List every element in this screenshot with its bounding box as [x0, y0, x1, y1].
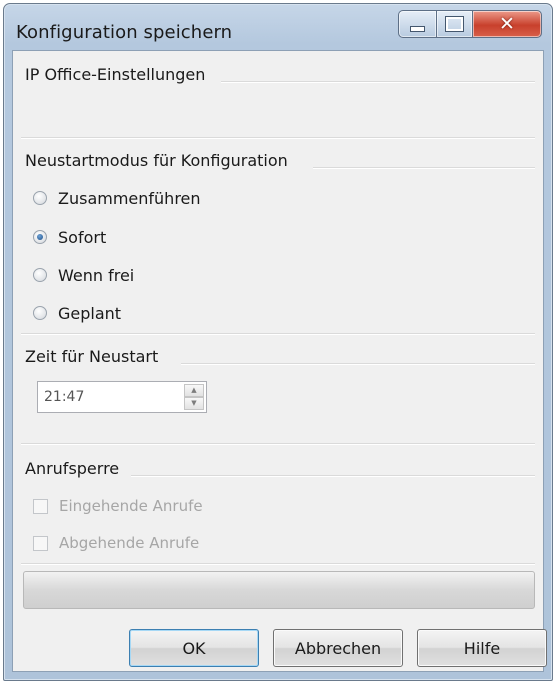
dialog-window: Konfiguration speichern ✕ IP Office-Eins… [3, 3, 553, 681]
group-divider [21, 333, 535, 335]
ok-button[interactable]: OK [129, 629, 259, 667]
group-title-restart-mode: Neustartmodus für Konfiguration [25, 151, 288, 170]
cancel-button[interactable]: Abbrechen [273, 629, 403, 667]
caption-buttons: ✕ [398, 10, 542, 40]
restart-time-value[interactable]: 21:47 [44, 389, 84, 405]
maximize-icon [445, 16, 464, 32]
group-divider [21, 563, 535, 565]
checkbox-incoming-calls[interactable]: Eingehende Anrufe [33, 495, 203, 517]
radio-sofort[interactable]: Sofort [33, 226, 106, 248]
minimize-button[interactable] [398, 10, 436, 38]
radio-button[interactable] [33, 191, 47, 205]
radio-button[interactable] [33, 306, 47, 320]
checkbox-outgoing-calls[interactable]: Abgehende Anrufe [33, 532, 199, 554]
close-button[interactable]: ✕ [472, 10, 542, 38]
radio-button[interactable] [33, 268, 47, 282]
group-divider [313, 167, 535, 169]
radio-zusammenfuehren[interactable]: Zusammenführen [33, 187, 201, 209]
radio-button-selected[interactable] [33, 230, 47, 244]
checkbox-label: Abgehende Anrufe [59, 534, 200, 552]
checkbox[interactable] [33, 498, 48, 514]
group-divider [181, 363, 535, 365]
radio-label: Wenn frei [58, 265, 135, 285]
checkbox-label: Eingehende Anrufe [59, 497, 203, 515]
minimize-icon [410, 25, 425, 32]
radio-wenn-frei[interactable]: Wenn frei [33, 264, 134, 286]
spin-up-icon[interactable]: ▲ [184, 384, 204, 397]
close-icon: ✕ [499, 12, 515, 35]
title-bar[interactable]: Konfiguration speichern ✕ [4, 4, 552, 56]
group-title-ip-office: IP Office-Einstellungen [25, 65, 206, 84]
group-title-call-barring: Anrufsperre [25, 459, 120, 478]
group-title-restart-time: Zeit für Neustart [25, 347, 159, 366]
group-divider [21, 137, 535, 139]
checkbox[interactable] [33, 535, 48, 551]
progress-bar [23, 571, 535, 609]
radio-label: Zusammenführen [58, 188, 201, 208]
group-divider [21, 443, 535, 445]
radio-label: Geplant [58, 303, 122, 323]
dialog-content: IP Office-Einstellungen Neustartmodus fü… [12, 50, 547, 672]
radio-label: Sofort [58, 227, 107, 247]
group-divider [221, 81, 535, 83]
group-divider [131, 475, 535, 477]
restart-time-spinner[interactable]: 21:47 ▲ ▼ [37, 381, 207, 413]
radio-geplant[interactable]: Geplant [33, 302, 121, 324]
maximize-button[interactable] [436, 10, 472, 38]
spinner-buttons: ▲ ▼ [184, 384, 204, 410]
window-title: Konfiguration speichern [16, 22, 233, 43]
spin-down-icon[interactable]: ▼ [184, 397, 204, 410]
help-button[interactable]: Hilfe [417, 629, 547, 667]
